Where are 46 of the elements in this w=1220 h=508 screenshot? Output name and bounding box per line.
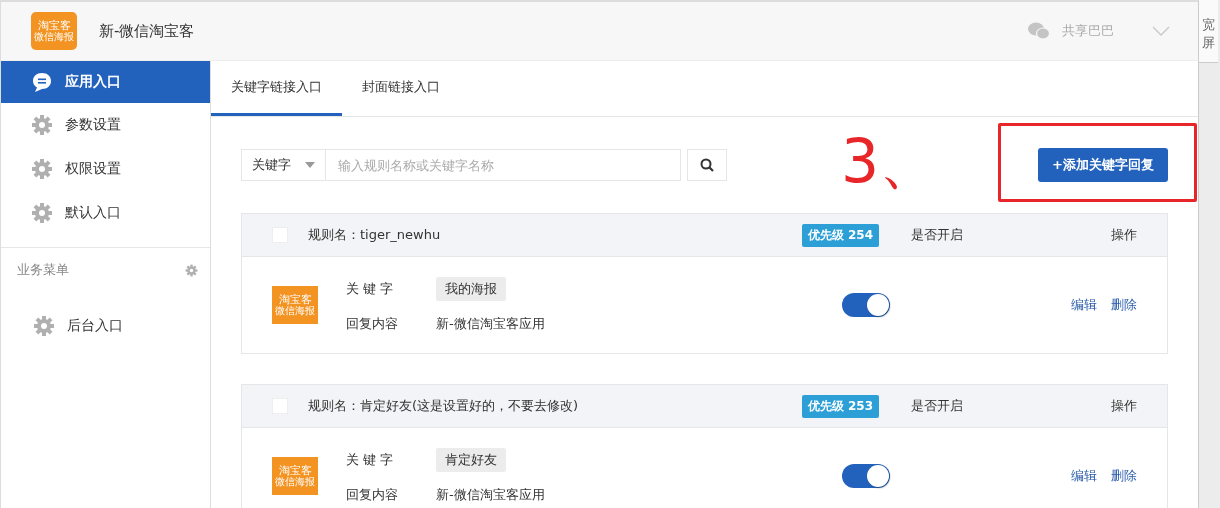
tab[interactable]: 关键字链接入口 — [211, 61, 342, 116]
chat-bubbles-icon — [1028, 22, 1050, 40]
search-field[interactable]: 输入规则名称或关键字名称 — [326, 149, 681, 181]
sidebar-item[interactable]: 应用入口 — [1, 61, 210, 103]
field-label: 回复内容 — [346, 315, 399, 333]
reply-content: 新-微信淘宝客应用 — [436, 315, 545, 333]
action-link[interactable]: 编辑 — [1071, 467, 1097, 485]
field-label: 关 键 字 — [346, 451, 395, 469]
search-button[interactable] — [687, 149, 727, 181]
add-keyword-reply-button[interactable]: +添加关键字回复 — [1038, 148, 1168, 182]
app-title: 新-微信淘宝客 — [99, 21, 195, 41]
sidebar-item[interactable]: 参数设置 — [1, 103, 210, 147]
search-icon — [700, 158, 714, 172]
sidebar-item[interactable]: 权限设置 — [1, 147, 210, 191]
filter-dropdown[interactable]: 关键字 — [241, 149, 326, 181]
section-title: 业务菜单 — [17, 261, 69, 279]
field-label: 回复内容 — [346, 486, 399, 504]
column-header: 是否开启 — [911, 226, 964, 244]
wide-screen-toggle[interactable]: 宽屏 — [1199, 0, 1218, 64]
action-link[interactable]: 删除 — [1111, 296, 1137, 314]
toggle-switch[interactable] — [842, 293, 890, 317]
caret-icon — [305, 162, 315, 168]
chevron-down-icon[interactable] — [1152, 26, 1170, 36]
tab[interactable]: 封面链接入口 — [342, 61, 460, 116]
chat-icon — [31, 71, 53, 93]
sidebar-item[interactable]: 后台入口 — [1, 304, 210, 348]
gear-icon[interactable] — [185, 263, 198, 277]
action-link[interactable]: 编辑 — [1071, 296, 1097, 314]
column-header: 是否开启 — [911, 397, 964, 415]
action-link[interactable]: 删除 — [1111, 467, 1137, 485]
app-logo: 淘宝客 微信海报 — [31, 12, 77, 50]
keyword-tag: 肯定好友 — [436, 448, 506, 472]
field-label: 关 键 字 — [346, 280, 395, 298]
column-header: 操作 — [1111, 226, 1137, 244]
keyword-tag: 我的海报 — [436, 277, 506, 301]
reply-content: 新-微信淘宝客应用 — [436, 486, 545, 504]
rule-logo: 淘宝客 微信海报 — [272, 286, 318, 324]
rule-name: 规则名：肯定好友(这是设置好的，不要去修改) — [308, 397, 580, 415]
handwritten-annotation: 3、 — [841, 131, 940, 191]
column-header: 操作 — [1111, 397, 1137, 415]
rule-name: 规则名：tiger_newhu — [308, 226, 442, 244]
sidebar-item[interactable]: 默认入口 — [1, 191, 210, 235]
priority-badge: 优先级 253 — [801, 394, 879, 418]
rule-logo: 淘宝客 微信海报 — [272, 457, 318, 495]
priority-badge: 优先级 254 — [801, 223, 879, 247]
toggle-switch[interactable] — [842, 464, 890, 488]
